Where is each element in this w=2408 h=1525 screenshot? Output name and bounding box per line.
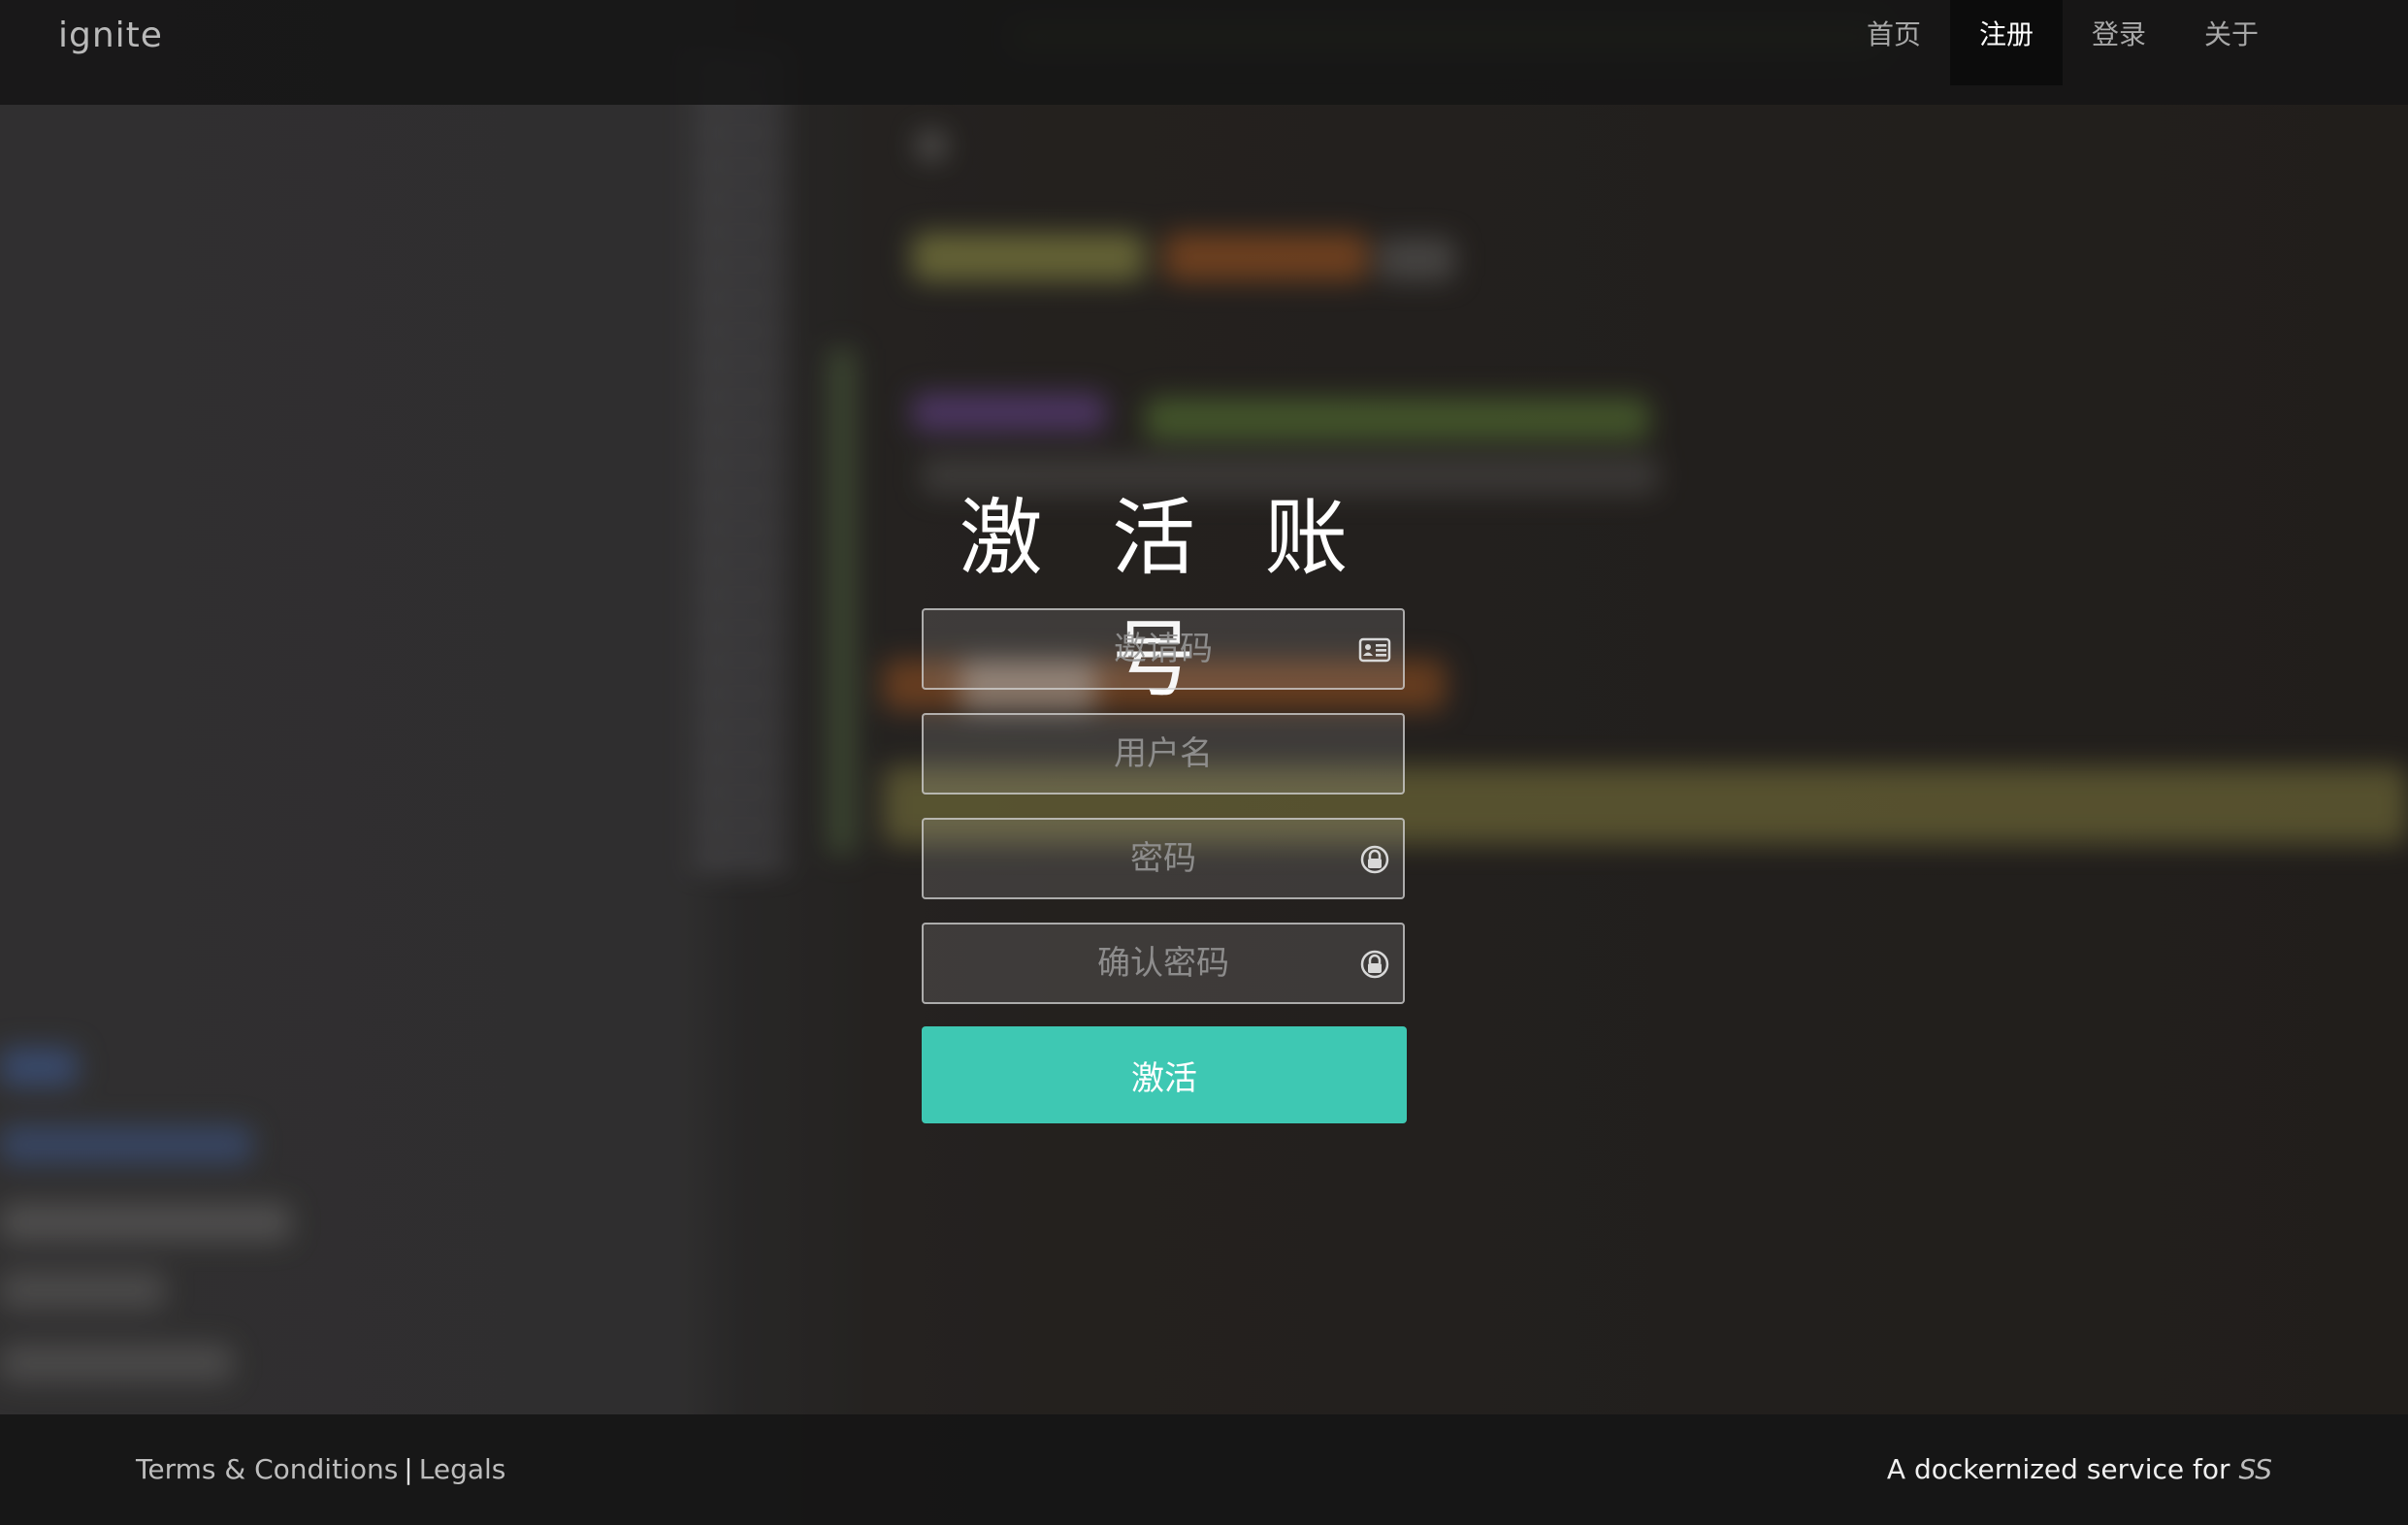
invite-code-input[interactable] xyxy=(924,610,1403,688)
nav-item-register[interactable]: 注册 xyxy=(1949,0,2063,85)
lock-icon xyxy=(1360,845,1389,874)
nav-item-home[interactable]: 首页 xyxy=(1838,0,1950,85)
footer: Terms & Conditions | Legals A dockernized … xyxy=(0,1414,2408,1525)
password-input[interactable] xyxy=(924,820,1403,897)
brand-logo[interactable]: ignite xyxy=(58,16,163,55)
footer-links: Terms & Conditions | Legals xyxy=(136,1453,505,1485)
password-field xyxy=(922,818,1405,899)
footer-tagline: A dockernized service for SS xyxy=(1887,1453,2272,1485)
username-field xyxy=(922,713,1405,795)
nav-item-about[interactable]: 关于 xyxy=(2175,0,2288,85)
nav-menu: 首页 注册 登录 关于 xyxy=(1838,0,2288,85)
invite-code-field xyxy=(922,608,1405,690)
nav-item-login[interactable]: 登录 xyxy=(2063,0,2175,85)
legals-link[interactable]: Legals xyxy=(419,1453,506,1485)
terms-link[interactable]: Terms & Conditions xyxy=(136,1453,398,1485)
tagline-emphasis: SS xyxy=(2238,1453,2272,1485)
tagline-text: A dockernized service for xyxy=(1886,1453,2230,1485)
confirm-password-field xyxy=(922,923,1405,1004)
confirm-password-input[interactable] xyxy=(924,925,1403,1002)
footer-separator: | xyxy=(404,1453,413,1485)
lock-icon xyxy=(1360,950,1389,979)
top-navbar: ignite 首页 注册 登录 关于 xyxy=(0,0,2408,105)
activate-button[interactable]: 激活 xyxy=(922,1026,1407,1123)
username-input[interactable] xyxy=(924,715,1403,793)
id-card-icon xyxy=(1358,637,1391,663)
